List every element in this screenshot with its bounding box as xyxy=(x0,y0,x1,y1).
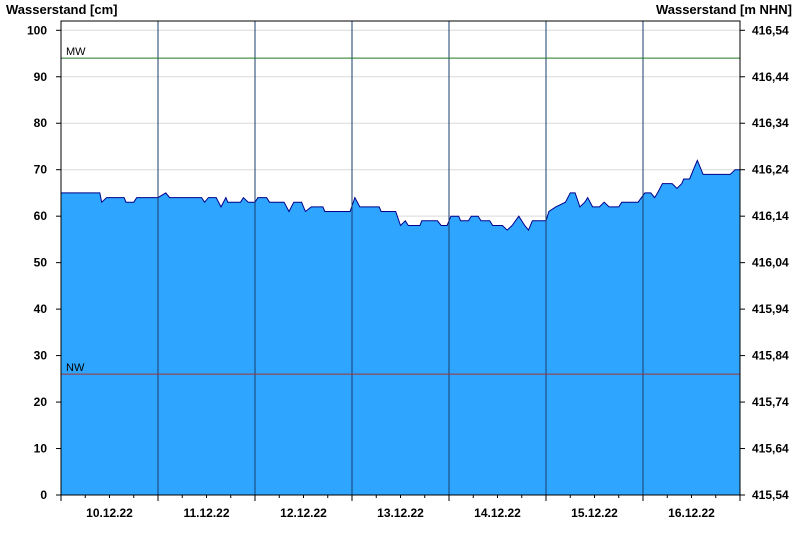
left-tick-label: 80 xyxy=(34,116,48,130)
y-axis-title-left: Wasserstand [cm] xyxy=(6,2,118,17)
right-tick-label: 416,14 xyxy=(752,209,789,223)
left-tick-label: 60 xyxy=(34,209,48,223)
right-tick-label: 415,54 xyxy=(752,488,789,502)
right-tick-label: 415,64 xyxy=(752,442,789,456)
y-axis-title-right: Wasserstand [m NHN] xyxy=(656,2,792,17)
right-tick-label: 415,94 xyxy=(752,302,789,316)
x-tick-label: 13.12.22 xyxy=(377,506,424,520)
right-tick-label: 416,34 xyxy=(752,116,789,130)
left-tick-label: 10 xyxy=(34,442,48,456)
x-tick-label: 12.12.22 xyxy=(280,506,327,520)
left-tick-label: 90 xyxy=(34,70,48,84)
right-tick-label: 416,04 xyxy=(752,256,789,270)
water-level-chart: Wasserstand [cm] Wasserstand [m NHN] MW N… xyxy=(6,2,792,520)
water-level-area xyxy=(61,160,740,495)
right-tick-label: 416,24 xyxy=(752,163,789,177)
x-tick-label: 11.12.22 xyxy=(183,506,229,520)
left-tick-label: 70 xyxy=(34,163,48,177)
right-tick-label: 415,84 xyxy=(752,349,789,363)
reference-label-mw: MW xyxy=(66,46,86,58)
x-tick-label: 14.12.22 xyxy=(474,506,521,520)
area-layer xyxy=(61,159,740,495)
left-tick-label: 20 xyxy=(34,395,48,409)
right-tick-label: 416,54 xyxy=(752,23,789,37)
x-tick-label: 10.12.22 xyxy=(86,506,133,520)
right-tick-label: 415,74 xyxy=(752,395,789,409)
x-tick-label: 16.12.22 xyxy=(668,506,715,520)
right-tick-label: 416,44 xyxy=(752,70,789,84)
reference-label-nw: NW xyxy=(66,362,85,374)
left-tick-label: 40 xyxy=(34,302,48,316)
x-tick-label: 15.12.22 xyxy=(571,506,618,520)
left-tick-label: 0 xyxy=(40,488,47,502)
left-tick-label: 30 xyxy=(34,349,48,363)
left-tick-label: 100 xyxy=(27,23,47,37)
left-tick-label: 50 xyxy=(34,256,48,270)
